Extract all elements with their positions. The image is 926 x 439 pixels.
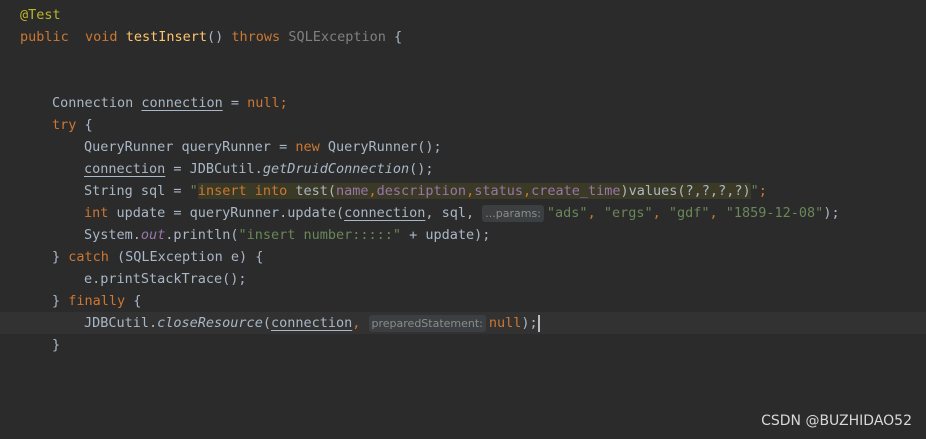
call-end: ); [521,315,538,331]
string-literal: "insert number:::::" [238,227,402,243]
code-line-16[interactable]: } [0,334,926,356]
sql-column: name [336,183,369,199]
quote: " [189,183,198,199]
call-end: (); [409,161,434,177]
call-end: + update); [401,227,491,243]
code-line-6[interactable]: try { [0,114,926,136]
code-line-9[interactable]: String sql = "insert into test(name,desc… [0,180,926,202]
statement-text: update = queryRunner.update( [108,205,345,221]
keyword-null: null [488,315,522,331]
exception-type: SQLException [288,29,386,45]
close-brace: } [52,293,69,309]
open-brace: { [125,293,142,309]
quote: " [750,183,759,199]
string-arg: "gdf" [668,205,710,221]
string-arg: "ads" [546,205,588,221]
string-arg: "ergs" [603,205,653,221]
method-name: testInsert [125,29,207,45]
code-editor[interactable]: @Test public void testInsert() throws SQ… [0,0,926,439]
code-line-13[interactable]: e.printStackTrace(); [0,268,926,290]
keyword-public: public [20,29,69,45]
keyword-finally: finally [68,293,126,309]
static-method: getDruidConnection [262,161,410,177]
statement-text: e.printStackTrace(); [84,271,247,287]
close-brace: } [52,249,69,265]
statement-text: String sql = [84,183,190,199]
type-connection: Connection [52,95,134,111]
call-end: ); [823,205,840,221]
constructor-call: QueryRunner(); [327,139,442,155]
code-line-14[interactable]: } finally { [0,290,926,312]
sql-keyword: insert into [197,183,288,199]
parameter-hint: preparedStatement: [368,315,486,332]
static-field: out [140,227,166,243]
code-line-8[interactable]: connection = JDBCutil.getDruidConnection… [0,158,926,180]
sql-text: test( [287,183,336,199]
keyword-null: null [247,95,280,111]
args-text: , sql, [425,205,483,221]
semicolon: ; [279,95,288,111]
sql-injection-highlight: insert into test(name,description,status… [197,183,751,199]
code-line-15[interactable]: JDBCutil.closeResource(connection, prepa… [0,312,926,334]
keyword-try: try [52,117,77,133]
sql-text: )values(?,?,?,?) [620,183,751,199]
equals: = [230,95,239,111]
call-text: .println( [165,227,239,243]
open-brace: { [84,117,93,133]
semicolon: ; [758,183,767,199]
string-arg: "1859-12-08" [725,205,824,221]
keyword-void: void [85,29,118,45]
sql-column: description [376,183,467,199]
open-brace: { [394,29,403,45]
var-connection: connection [84,161,166,177]
statement-text: System. [84,227,141,243]
catch-clause: (SQLException e) { [108,249,264,265]
keyword-throws: throws [231,29,281,45]
annotation: @Test [20,7,61,23]
var-connection: connection [141,95,223,111]
sql-column: create_time [531,183,621,199]
var-connection: connection [344,205,426,221]
keyword-int: int [84,205,109,221]
code-line-7[interactable]: QueryRunner queryRunner = new QueryRunne… [0,136,926,158]
assignment-text: = JDBCutil. [165,161,263,177]
class-ref: JDBCutil. [84,315,158,331]
sql-column: status [474,183,523,199]
parameter-hint: ...params: [482,205,544,222]
static-method: closeResource [157,315,263,331]
var-connection: connection [270,315,353,331]
statement-text: QueryRunner queryRunner = [84,139,296,155]
close-brace: } [52,337,61,353]
code-line-1[interactable]: @Test [0,4,926,26]
keyword-catch: catch [68,249,109,265]
text-caret [537,314,540,332]
parens: () [206,29,224,45]
code-line-12[interactable]: } catch (SQLException e) { [0,246,926,268]
keyword-new: new [295,139,320,155]
code-line-5[interactable]: Connection connection = null; [0,92,926,114]
code-line-11[interactable]: System.out.println("insert number:::::" … [0,224,926,246]
code-line-2[interactable]: public void testInsert() throws SQLExcep… [0,26,926,48]
watermark: CSDN @BUZHIDAO52 [761,413,912,429]
code-line-10[interactable]: int update = queryRunner.update(connecti… [0,202,926,224]
